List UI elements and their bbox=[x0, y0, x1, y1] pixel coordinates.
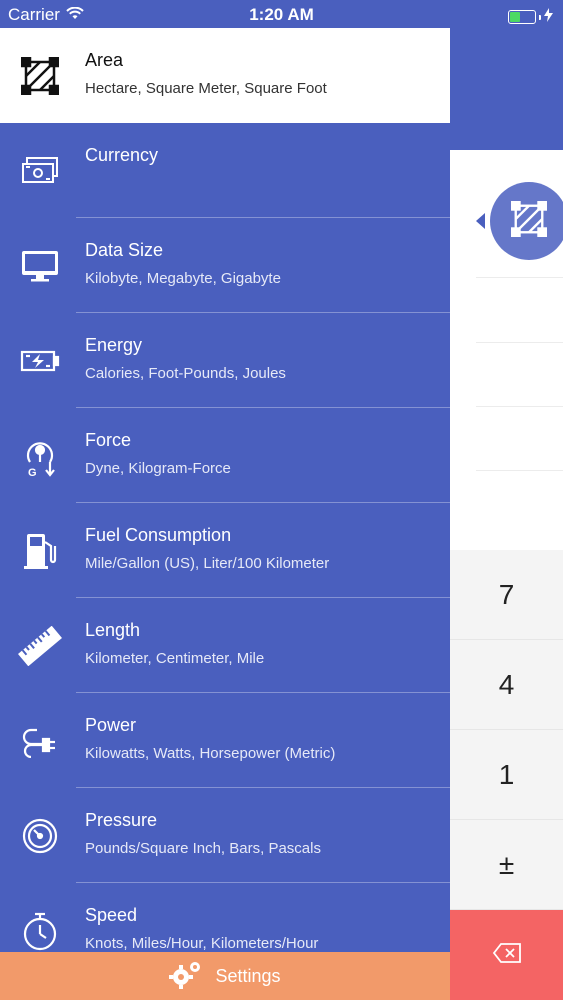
menu-item-subtitle: Mile/Gallon (US), Liter/100 Kilometer bbox=[85, 555, 330, 572]
settings-button[interactable]: Settings bbox=[0, 952, 450, 1000]
menu-item-subtitle: Kilowatts, Watts, Horsepower (Metric) bbox=[85, 745, 336, 762]
menu-item-force[interactable]: G Force Dyne, Kilogram-Force bbox=[0, 408, 450, 503]
svg-text:G: G bbox=[28, 467, 37, 478]
plug-icon bbox=[18, 721, 62, 761]
key-plus-minus[interactable]: ± bbox=[450, 820, 563, 910]
currency-icon bbox=[18, 151, 62, 191]
menu-item-subtitle: Hectare, Square Meter, Square Foot bbox=[85, 80, 327, 97]
menu-item-subtitle: Calories, Foot-Pounds, Joules bbox=[85, 365, 286, 382]
force-icon: G bbox=[18, 436, 62, 478]
pointer-arrow bbox=[476, 213, 485, 229]
selected-category-badge[interactable] bbox=[490, 182, 563, 260]
battery-icon bbox=[508, 10, 536, 24]
gears-icon bbox=[169, 959, 203, 994]
battery-charge-icon bbox=[18, 341, 62, 381]
menu-item-power[interactable]: Power Kilowatts, Watts, Horsepower (Metr… bbox=[0, 693, 450, 788]
menu-item-area[interactable]: Area Hectare, Square Meter, Square Foot bbox=[0, 28, 450, 123]
menu-item-fuel-consumption[interactable]: Fuel Consumption Mile/Gallon (US), Liter… bbox=[0, 503, 450, 598]
delete-button[interactable] bbox=[450, 910, 563, 1000]
key-7[interactable]: 7 bbox=[450, 550, 563, 640]
menu-item-data-size[interactable]: Data Size Kilobyte, Megabyte, Gigabyte bbox=[0, 218, 450, 313]
keypad: 7 4 1 ± bbox=[450, 550, 563, 910]
menu-item-title: Length bbox=[85, 620, 141, 640]
ruler-icon bbox=[18, 626, 62, 666]
menu-item-title: Speed bbox=[85, 905, 138, 925]
key-4[interactable]: 4 bbox=[450, 640, 563, 730]
menu-item-subtitle: Dyne, Kilogram-Force bbox=[85, 460, 231, 477]
menu-item-subtitle: Knots, Miles/Hour, Kilometers/Hour bbox=[85, 935, 319, 952]
key-1[interactable]: 1 bbox=[450, 730, 563, 820]
menu-item-title: Energy bbox=[85, 335, 143, 355]
area-icon bbox=[18, 56, 62, 96]
menu-item-subtitle: Kilometer, Centimeter, Mile bbox=[85, 650, 265, 667]
area-icon bbox=[510, 200, 548, 242]
battery-indicator bbox=[508, 7, 553, 27]
menu-item-subtitle: Pounds/Square Inch, Bars, Pascals bbox=[85, 840, 321, 857]
menu-item-title: Pressure bbox=[85, 810, 158, 830]
backspace-icon bbox=[492, 942, 522, 969]
gauge-icon bbox=[18, 816, 62, 856]
status-time: 1:20 AM bbox=[249, 5, 314, 24]
stopwatch-icon bbox=[18, 911, 62, 951]
menu-item-title: Data Size bbox=[85, 240, 164, 260]
menu-item-pressure[interactable]: Pressure Pounds/Square Inch, Bars, Pasca… bbox=[0, 788, 450, 883]
monitor-icon bbox=[18, 246, 62, 286]
category-menu: Area Hectare, Square Meter, Square Foot … bbox=[0, 28, 450, 952]
divider bbox=[476, 470, 563, 471]
menu-item-subtitle: Kilobyte, Megabyte, Gigabyte bbox=[85, 270, 281, 287]
fuel-pump-icon bbox=[18, 531, 62, 571]
menu-item-title: Area bbox=[85, 50, 124, 70]
menu-item-length[interactable]: Length Kilometer, Centimeter, Mile bbox=[0, 598, 450, 693]
status-bar: Carrier 1:20 AM bbox=[0, 0, 563, 28]
menu-item-currency[interactable]: Currency bbox=[0, 123, 450, 218]
menu-item-title: Power bbox=[85, 715, 137, 735]
divider bbox=[476, 342, 563, 343]
menu-item-energy[interactable]: Energy Calories, Foot-Pounds, Joules bbox=[0, 313, 450, 408]
settings-label: Settings bbox=[215, 965, 281, 986]
divider bbox=[476, 277, 563, 278]
menu-item-title: Force bbox=[85, 430, 132, 450]
charging-bolt-icon bbox=[544, 7, 553, 27]
converter-panel-peek[interactable]: 7 4 1 ± bbox=[450, 0, 563, 1000]
menu-item-title: Fuel Consumption bbox=[85, 525, 232, 545]
menu-item-title: Currency bbox=[85, 145, 159, 165]
menu-item-speed[interactable]: Speed Knots, Miles/Hour, Kilometers/Hour bbox=[0, 883, 450, 952]
divider bbox=[476, 406, 563, 407]
